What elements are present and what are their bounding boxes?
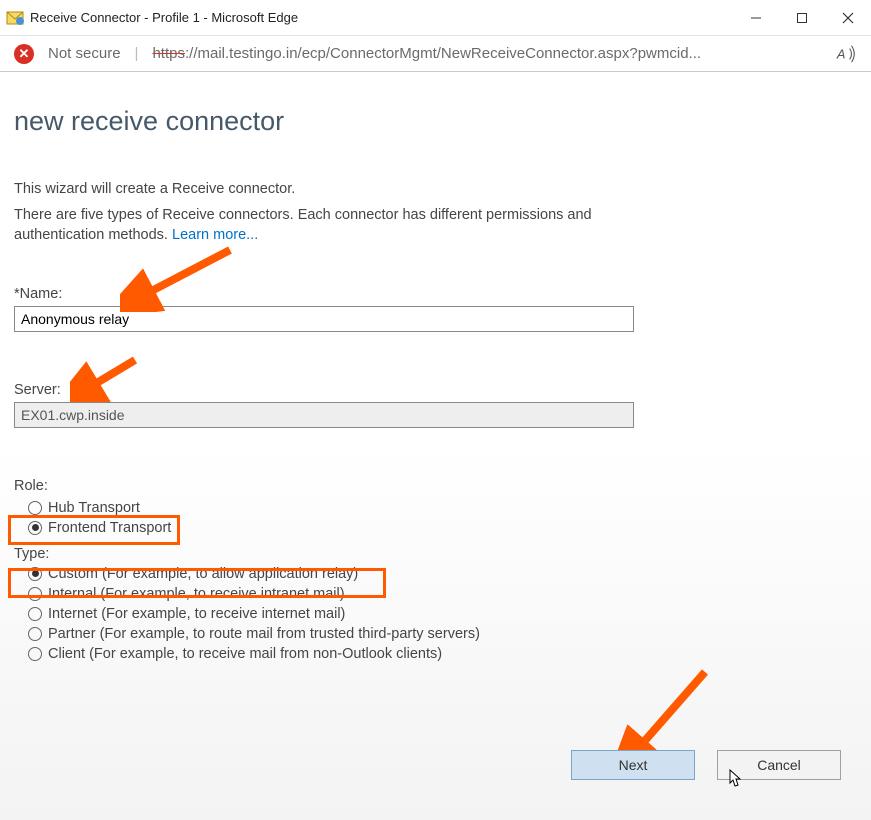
- type-radio-group: Custom (For example, to allow applicatio…: [14, 566, 857, 662]
- radio-label: Frontend Transport: [48, 520, 171, 536]
- learn-more-link[interactable]: Learn more...: [172, 227, 258, 243]
- url-path: ://mail.testingo.in/ecp/ConnectorMgmt/Ne…: [185, 45, 701, 62]
- name-input[interactable]: [14, 306, 634, 332]
- intro-text-1: This wizard will create a Receive connec…: [14, 181, 857, 197]
- minimize-button[interactable]: [733, 0, 779, 36]
- footer-buttons: Next Cancel: [571, 750, 841, 780]
- cancel-button[interactable]: Cancel: [717, 750, 841, 780]
- type-option-client[interactable]: Client (For example, to receive mail fro…: [28, 646, 857, 662]
- radio-icon: [28, 521, 42, 535]
- role-radio-group: Hub Transport Frontend Transport: [14, 500, 857, 536]
- window-title: Receive Connector - Profile 1 - Microsof…: [30, 10, 298, 25]
- window-controls: [733, 0, 871, 36]
- radio-icon: [28, 567, 42, 581]
- not-secure-icon[interactable]: ✕: [14, 44, 34, 64]
- radio-icon: [28, 627, 42, 641]
- radio-icon: [28, 607, 42, 621]
- server-input[interactable]: [14, 402, 634, 428]
- maximize-button[interactable]: [779, 0, 825, 36]
- intro-text-2a: There are five types of Receive connecto…: [14, 207, 592, 243]
- type-option-internal[interactable]: Internal (For example, to receive intran…: [28, 586, 857, 602]
- page-content: new receive connector This wizard will c…: [0, 72, 871, 820]
- address-bar: ✕ Not secure | https://mail.testingo.in/…: [0, 36, 871, 72]
- url-scheme: https: [152, 45, 185, 62]
- app-icon: [6, 9, 24, 27]
- radio-label: Internet (For example, to receive intern…: [48, 606, 345, 622]
- type-option-internet[interactable]: Internet (For example, to receive intern…: [28, 606, 857, 622]
- titlebar-left: Receive Connector - Profile 1 - Microsof…: [6, 9, 298, 27]
- radio-icon: [28, 587, 42, 601]
- annotation-arrow-icon: [70, 352, 150, 402]
- radio-label: Internal (For example, to receive intran…: [48, 586, 345, 602]
- role-option-frontend[interactable]: Frontend Transport: [28, 520, 857, 536]
- role-label: Role:: [14, 478, 857, 494]
- intro-text-2: There are five types of Receive connecto…: [14, 205, 654, 246]
- svg-text:A: A: [836, 46, 846, 61]
- close-button[interactable]: [825, 0, 871, 36]
- radio-icon: [28, 501, 42, 515]
- type-label: Type:: [14, 546, 857, 562]
- not-secure-label: Not secure: [48, 45, 121, 62]
- page-title: new receive connector: [14, 106, 857, 137]
- role-option-hub[interactable]: Hub Transport: [28, 500, 857, 516]
- radio-label: Partner (For example, to route mail from…: [48, 626, 480, 642]
- read-aloud-icon[interactable]: A: [835, 43, 857, 65]
- url-text[interactable]: https://mail.testingo.in/ecp/ConnectorMg…: [152, 45, 821, 62]
- annotation-arrow-icon: [120, 242, 240, 312]
- radio-label: Client (For example, to receive mail fro…: [48, 646, 442, 662]
- type-option-custom[interactable]: Custom (For example, to allow applicatio…: [28, 566, 857, 582]
- url-separator: |: [135, 45, 139, 62]
- next-button[interactable]: Next: [571, 750, 695, 780]
- radio-label: Hub Transport: [48, 500, 140, 516]
- window-titlebar: Receive Connector - Profile 1 - Microsof…: [0, 0, 871, 36]
- type-option-partner[interactable]: Partner (For example, to route mail from…: [28, 626, 857, 642]
- radio-label: Custom (For example, to allow applicatio…: [48, 566, 358, 582]
- radio-icon: [28, 647, 42, 661]
